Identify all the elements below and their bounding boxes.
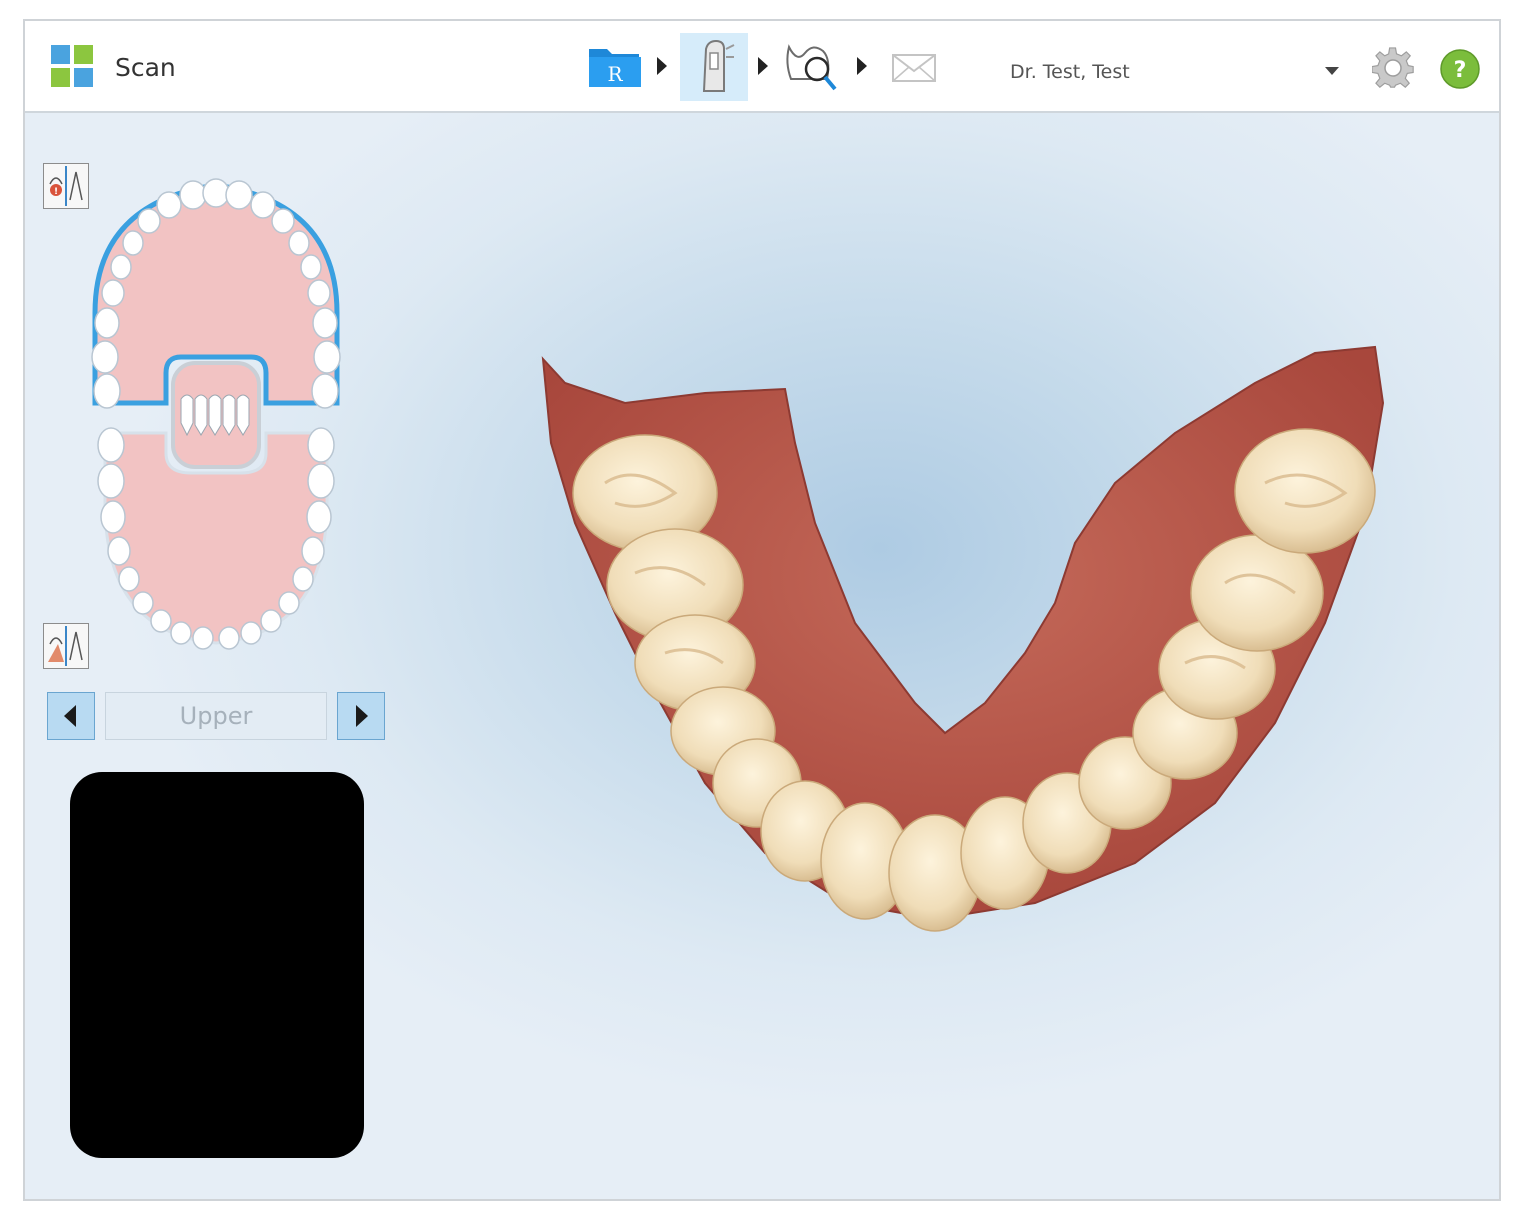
- next-jaw-button[interactable]: [337, 692, 385, 740]
- help-circle: ?: [1440, 49, 1480, 89]
- chevron-down-icon[interactable]: [1325, 67, 1339, 75]
- jaw-label: Upper: [105, 692, 327, 740]
- step-arrow-icon: [857, 57, 867, 75]
- help-icon[interactable]: ?: [1439, 48, 1481, 90]
- rx-letter: R: [607, 62, 623, 86]
- trim-tool-icon: [48, 626, 83, 666]
- app-title: Scan: [115, 53, 176, 82]
- scan-wand-icon: [702, 39, 735, 92]
- camera-preview: [70, 772, 364, 1158]
- trim-tool-button[interactable]: [43, 623, 89, 669]
- view-magnify-icon[interactable]: [783, 33, 841, 101]
- arrow-left-icon: [64, 705, 76, 727]
- arrow-right-icon: [356, 705, 368, 727]
- scanner-window: Scan R Dr. Test, Test ? ! Upper: [23, 19, 1501, 1201]
- scan-viewport[interactable]: ! Upper: [25, 113, 1499, 1199]
- arch-navigation-map[interactable]: [81, 163, 351, 663]
- step-arrow-icon: [657, 57, 667, 75]
- scanned-teeth: [572, 428, 1376, 932]
- svg-text:!: !: [54, 187, 58, 197]
- send-envelope-icon[interactable]: [891, 33, 939, 101]
- scan-step-button[interactable]: [680, 33, 748, 101]
- top-toolbar: Scan R Dr. Test, Test ?: [25, 21, 1499, 113]
- 3d-scan-model[interactable]: [495, 323, 1385, 933]
- app-grid-icon[interactable]: [51, 45, 93, 87]
- rx-folder-icon[interactable]: R: [587, 33, 643, 101]
- gear-icon[interactable]: [1372, 47, 1414, 89]
- help-glyph: ?: [1454, 58, 1467, 83]
- doctor-name[interactable]: Dr. Test, Test: [1010, 61, 1130, 83]
- previous-jaw-button[interactable]: [47, 692, 95, 740]
- step-arrow-icon: [758, 57, 768, 75]
